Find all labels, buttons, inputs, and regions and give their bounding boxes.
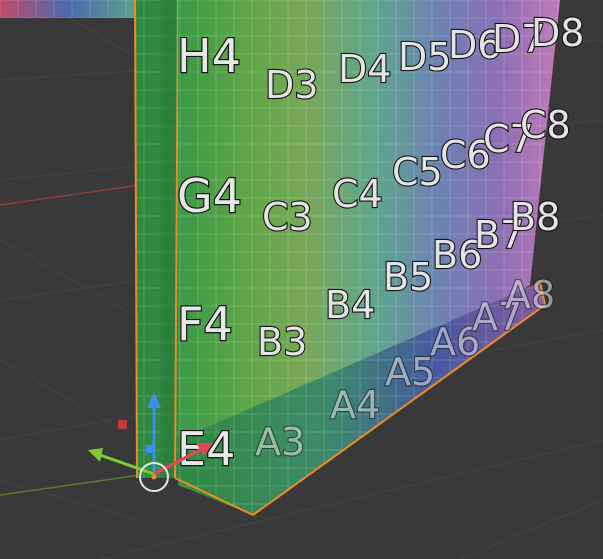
viewport-canvas[interactable]: H4 G4 F4 E4 D3 D4 D5 D6 D7 D8 C3 C4 C5 C… <box>0 0 603 559</box>
label-b5: B5 <box>383 255 433 299</box>
label-a3: A3 <box>255 420 305 464</box>
label-b3: B3 <box>257 320 307 364</box>
label-b8: B8 <box>510 195 560 239</box>
label-b4: B4 <box>325 283 375 327</box>
label-f4: F4 <box>177 297 233 351</box>
label-a4: A4 <box>330 383 380 427</box>
x-axis-line <box>0 184 141 206</box>
label-a5: A5 <box>385 350 435 394</box>
label-c8: C8 <box>520 103 571 147</box>
label-d3: D3 <box>265 63 318 107</box>
3d-viewport[interactable]: H4 G4 F4 E4 D3 D4 D5 D6 D7 D8 C3 C4 C5 C… <box>0 0 603 559</box>
y-axis-line <box>0 474 141 496</box>
label-c4: C4 <box>332 172 383 216</box>
label-d5: D5 <box>398 35 451 79</box>
label-a8: A8 <box>505 273 555 317</box>
label-c5: C5 <box>392 150 443 194</box>
label-d4: D4 <box>338 47 391 91</box>
label-g4: G4 <box>177 169 242 223</box>
label-d8: D8 <box>531 11 584 55</box>
label-h4: H4 <box>177 29 241 83</box>
label-c3: C3 <box>262 195 313 239</box>
